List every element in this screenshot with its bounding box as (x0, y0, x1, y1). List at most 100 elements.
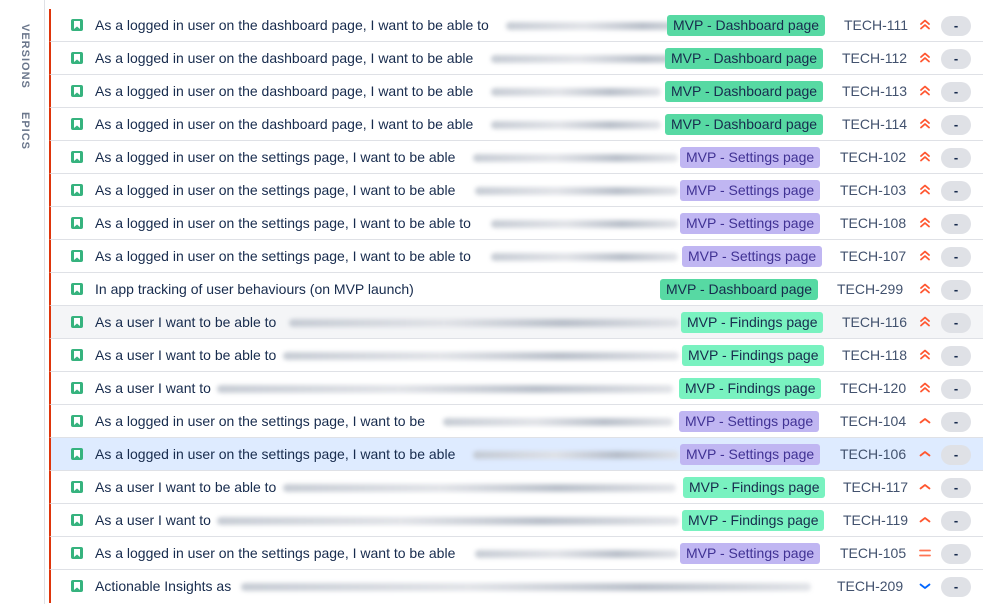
backlog-row[interactable]: As a user I want to MVP - Findings page TE… (49, 504, 983, 537)
estimate-badge[interactable]: - (941, 181, 971, 201)
issue-key[interactable]: TECH-107 (840, 248, 906, 265)
epic-badge[interactable]: MVP - Settings page (682, 246, 823, 267)
issue-summary[interactable]: As a logged in user on the settings page… (95, 545, 455, 562)
backlog-row[interactable]: As a logged in user on the dashboard pag… (49, 42, 983, 75)
redacted-text (443, 418, 673, 426)
issue-summary[interactable]: As a user I want to be able to (95, 479, 276, 496)
epic-badge[interactable]: MVP - Findings page (682, 510, 825, 531)
issue-summary[interactable]: As a logged in user on the settings page… (95, 413, 425, 430)
issue-summary[interactable]: As a logged in user on the settings page… (95, 149, 455, 166)
backlog-row[interactable]: As a logged in user on the settings page… (49, 537, 983, 570)
issue-summary[interactable]: As a logged in user on the dashboard pag… (95, 116, 473, 133)
issue-key[interactable]: TECH-104 (840, 413, 906, 430)
priority-high-icon (918, 414, 932, 428)
backlog-row[interactable]: Actionable Insights as TECH-209 - (49, 570, 983, 603)
backlog-row[interactable]: As a user I want to be able to MVP - Find… (49, 471, 983, 504)
backlog-row[interactable]: As a user I want to be able to MVP - Find… (49, 339, 983, 372)
epic-badge[interactable]: MVP - Settings page (680, 180, 821, 201)
issue-key[interactable]: TECH-103 (840, 182, 906, 199)
backlog-row[interactable]: As a user I want to be able to MVP - Find… (49, 306, 983, 339)
epic-badge[interactable]: MVP - Dashboard page (667, 15, 826, 36)
issue-key[interactable]: TECH-112 (842, 50, 907, 67)
priority-highest-icon (918, 51, 932, 65)
issue-key[interactable]: TECH-105 (840, 545, 906, 562)
issue-summary[interactable]: Actionable Insights as (95, 578, 231, 595)
backlog-row[interactable]: As a logged in user on the settings page… (49, 438, 983, 471)
backlog-row[interactable]: As a logged in user on the settings page… (49, 405, 983, 438)
issue-key[interactable]: TECH-120 (840, 380, 906, 397)
estimate-badge[interactable]: - (941, 511, 971, 531)
issue-key[interactable]: TECH-119 (843, 512, 908, 529)
estimate-badge[interactable]: - (941, 214, 971, 234)
redacted-text (217, 517, 679, 525)
estimate-badge[interactable]: - (941, 577, 971, 597)
estimate-badge[interactable]: - (941, 544, 971, 564)
epic-badge[interactable]: MVP - Dashboard page (665, 81, 824, 102)
issue-key[interactable]: TECH-299 (837, 281, 903, 298)
backlog-row[interactable]: As a user I want to MVP - Findings page TE… (49, 372, 983, 405)
epic-badge[interactable]: MVP - Findings page (683, 477, 826, 498)
epic-badge[interactable]: MVP - Findings page (679, 378, 822, 399)
issue-key[interactable]: TECH-102 (840, 149, 906, 166)
issue-key[interactable]: TECH-209 (837, 578, 903, 595)
issue-summary[interactable]: As a logged in user on the dashboard pag… (95, 50, 473, 67)
estimate-badge[interactable]: - (941, 478, 971, 498)
issue-summary[interactable]: As a logged in user on the settings page… (95, 446, 455, 463)
estimate-badge[interactable]: - (941, 49, 971, 69)
issue-key[interactable]: TECH-106 (840, 446, 906, 463)
estimate-badge[interactable]: - (941, 313, 971, 333)
story-icon (71, 151, 83, 163)
epic-badge[interactable]: MVP - Settings page (680, 543, 821, 564)
backlog-row[interactable]: As a logged in user on the settings page… (49, 207, 983, 240)
issue-summary[interactable]: As a user I want to (95, 380, 211, 397)
redacted-text (217, 385, 673, 393)
backlog-row[interactable]: As a logged in user on the settings page… (49, 174, 983, 207)
epic-badge[interactable]: MVP - Settings page (680, 147, 821, 168)
issue-key[interactable]: TECH-108 (840, 215, 906, 232)
issue-key[interactable]: TECH-118 (842, 347, 907, 364)
issue-key[interactable]: TECH-111 (844, 17, 908, 34)
panel-divider (44, 0, 45, 604)
estimate-badge[interactable]: - (941, 346, 971, 366)
issue-key[interactable]: TECH-114 (842, 116, 907, 133)
epic-badge[interactable]: MVP - Settings page (680, 444, 821, 465)
issue-summary[interactable]: As a logged in user on the settings page… (95, 215, 471, 232)
backlog-row[interactable]: In app tracking of user behaviours (on M… (49, 273, 983, 306)
epic-badge[interactable]: MVP - Settings page (679, 411, 820, 432)
epic-badge[interactable]: MVP - Findings page (682, 345, 825, 366)
versions-tab[interactable]: VERSIONS (3, 24, 31, 89)
issue-summary[interactable]: As a user I want to (95, 512, 211, 529)
estimate-badge[interactable]: - (941, 379, 971, 399)
estimate-badge[interactable]: - (941, 148, 971, 168)
story-icon (71, 415, 83, 427)
backlog-row[interactable]: As a logged in user on the settings page… (49, 141, 983, 174)
issue-summary[interactable]: In app tracking of user behaviours (on M… (95, 281, 414, 298)
epic-badge[interactable]: MVP - Findings page (681, 312, 824, 333)
estimate-badge[interactable]: - (941, 445, 971, 465)
estimate-badge[interactable]: - (941, 16, 971, 36)
epic-badge[interactable]: MVP - Settings page (680, 213, 821, 234)
backlog-list: As a logged in user on the dashboard pag… (49, 9, 983, 603)
issue-summary[interactable]: As a logged in user on the dashboard pag… (95, 17, 489, 34)
epic-badge[interactable]: MVP - Dashboard page (665, 48, 824, 69)
epic-badge[interactable]: MVP - Dashboard page (660, 279, 819, 300)
issue-summary[interactable]: As a logged in user on the settings page… (95, 182, 455, 199)
issue-key[interactable]: TECH-116 (842, 314, 907, 331)
issue-summary[interactable]: As a user I want to be able to (95, 347, 276, 364)
issue-summary[interactable]: As a logged in user on the settings page… (95, 248, 471, 265)
estimate-badge[interactable]: - (941, 115, 971, 135)
backlog-row[interactable]: As a logged in user on the settings page… (49, 240, 983, 273)
estimate-badge[interactable]: - (941, 247, 971, 267)
issue-key[interactable]: TECH-117 (843, 479, 908, 496)
backlog-row[interactable]: As a logged in user on the dashboard pag… (49, 108, 983, 141)
issue-key[interactable]: TECH-113 (842, 83, 907, 100)
estimate-badge[interactable]: - (941, 82, 971, 102)
estimate-badge[interactable]: - (941, 280, 971, 300)
epic-badge[interactable]: MVP - Dashboard page (665, 114, 824, 135)
estimate-badge[interactable]: - (941, 412, 971, 432)
backlog-row[interactable]: As a logged in user on the dashboard pag… (49, 9, 983, 42)
issue-summary[interactable]: As a user I want to be able to (95, 314, 276, 331)
backlog-row[interactable]: As a logged in user on the dashboard pag… (49, 75, 983, 108)
epics-tab[interactable]: EPICS (3, 112, 31, 150)
issue-summary[interactable]: As a logged in user on the dashboard pag… (95, 83, 473, 100)
